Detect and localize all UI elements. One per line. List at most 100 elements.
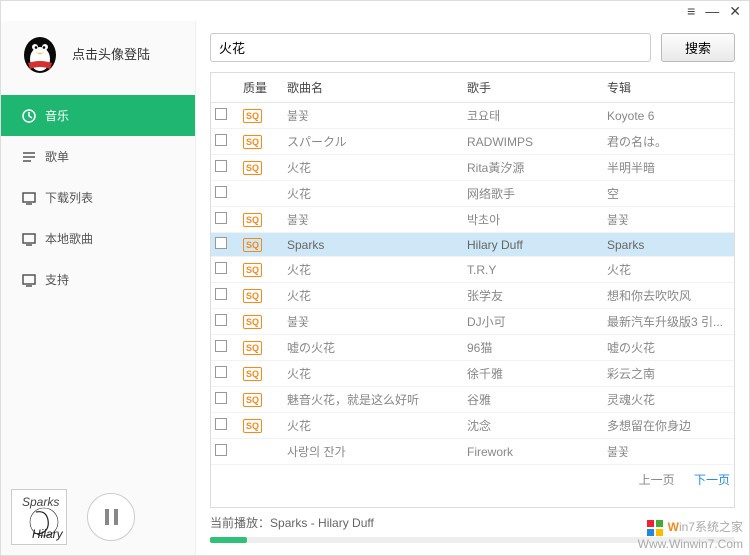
profile-area[interactable]: 点击头像登陆 [1, 21, 195, 95]
minimize-icon[interactable]: — [705, 4, 719, 18]
menu-icon[interactable]: ≡ [687, 4, 695, 18]
progress-bar[interactable] [210, 537, 735, 543]
next-page[interactable]: 下一页 [694, 473, 730, 487]
cell-song: 불꽃 [283, 103, 463, 129]
nav-icon [21, 272, 37, 288]
checkbox[interactable] [215, 186, 227, 198]
table-row[interactable]: 사랑의 잔가Firework불꽃 [211, 439, 734, 465]
cell-album: 불꽃 [603, 439, 734, 465]
progress-fill [210, 537, 247, 543]
nav-icon [21, 108, 37, 124]
sq-badge: SQ [243, 315, 262, 329]
cell-artist: 网络歌手 [463, 181, 603, 207]
sidebar-item-label: 音乐 [45, 107, 69, 124]
table-row[interactable]: SQSparksHilary DuffSparks [211, 233, 734, 257]
col-quality[interactable]: 质量 [239, 73, 283, 103]
sq-badge: SQ [243, 213, 262, 227]
search-button[interactable]: 搜索 [661, 33, 735, 62]
nav-icon [21, 149, 37, 165]
checkbox[interactable] [215, 314, 227, 326]
login-text[interactable]: 点击头像登陆 [72, 44, 150, 63]
sidebar-item-4[interactable]: 支持 [1, 259, 195, 300]
sidebar-item-1[interactable]: 歌单 [1, 136, 195, 177]
table-row[interactable]: SQ火花Rita黃汐源半明半暗 [211, 155, 734, 181]
sq-badge: SQ [243, 419, 262, 433]
cell-artist: RADWIMPS [463, 129, 603, 155]
cell-album: 灵魂火花 [603, 387, 734, 413]
results-table: 质量 歌曲名 歌手 专辑 SQ불꽃코요태Koyote 6SQスパークルRADWI… [210, 72, 735, 508]
col-song[interactable]: 歌曲名 [283, 73, 463, 103]
cell-album: 空 [603, 181, 734, 207]
cell-artist: T.R.Y [463, 257, 603, 283]
checkbox[interactable] [215, 160, 227, 172]
cell-song: 火花 [283, 181, 463, 207]
sq-badge: SQ [243, 135, 262, 149]
cell-album: 最新汽车升级版3 引... [603, 309, 734, 335]
sq-badge: SQ [243, 289, 262, 303]
sq-badge: SQ [243, 367, 262, 381]
checkbox[interactable] [215, 108, 227, 120]
table-row[interactable]: SQ불꽃코요태Koyote 6 [211, 103, 734, 129]
cell-song: Sparks [283, 233, 463, 257]
table-row[interactable]: SQ불꽃DJ小可最新汽车升级版3 引... [211, 309, 734, 335]
table-row[interactable]: SQスパークルRADWIMPS君の名は。 [211, 129, 734, 155]
player-controls: SparksHilary [11, 489, 135, 545]
cell-song: 火花 [283, 257, 463, 283]
cell-artist: 박초아 [463, 207, 603, 233]
avatar-icon[interactable] [16, 29, 64, 77]
table-row[interactable]: SQ불꽃박초아불꽃 [211, 207, 734, 233]
sq-badge: SQ [243, 341, 262, 355]
checkbox[interactable] [215, 237, 227, 249]
prev-page[interactable]: 上一页 [639, 473, 675, 487]
nav-list: 音乐歌单下载列表本地歌曲支持 [1, 95, 195, 300]
cell-album: Koyote 6 [603, 103, 734, 129]
checkbox[interactable] [215, 444, 227, 456]
sidebar-item-2[interactable]: 下载列表 [1, 177, 195, 218]
sidebar-item-0[interactable]: 音乐 [1, 95, 195, 136]
sidebar-item-label: 支持 [45, 271, 69, 288]
sidebar-item-label: 本地歌曲 [45, 230, 93, 247]
content-area: 搜索 质量 歌曲名 歌手 专辑 SQ불꽃코요태Koyote 6SQスパークルRA… [196, 21, 749, 555]
cell-song: 불꽃 [283, 309, 463, 335]
cell-artist: 96猫 [463, 335, 603, 361]
table-row[interactable]: SQ火花徐千雅彩云之南 [211, 361, 734, 387]
table-row[interactable]: SQ火花张学友想和你去吹吹风 [211, 283, 734, 309]
now-playing-track: Sparks - Hilary Duff [270, 516, 374, 530]
sidebar-item-label: 歌单 [45, 148, 69, 165]
checkbox[interactable] [215, 212, 227, 224]
search-input[interactable] [210, 33, 651, 62]
pause-button[interactable] [87, 493, 135, 541]
checkbox[interactable] [215, 134, 227, 146]
close-icon[interactable]: ✕ [729, 4, 741, 18]
titlebar: ≡ — ✕ [1, 1, 749, 21]
checkbox[interactable] [215, 418, 227, 430]
table-row[interactable]: SQ火花沈念多想留在你身边 [211, 413, 734, 439]
sq-badge: SQ [243, 161, 262, 175]
table-row[interactable]: SQ魅音火花，就是这么好听谷雅灵魂火花 [211, 387, 734, 413]
cell-artist: Firework [463, 439, 603, 465]
cell-album: 嘘の火花 [603, 335, 734, 361]
table-row[interactable]: SQ嘘の火花96猫嘘の火花 [211, 335, 734, 361]
checkbox[interactable] [215, 288, 227, 300]
sq-badge: SQ [243, 393, 262, 407]
checkbox[interactable] [215, 392, 227, 404]
col-artist[interactable]: 歌手 [463, 73, 603, 103]
cell-artist: Hilary Duff [463, 233, 603, 257]
table-row[interactable]: 火花网络歌手空 [211, 181, 734, 207]
checkbox[interactable] [215, 262, 227, 274]
now-playing: 当前播放：Sparks - Hilary Duff [210, 508, 735, 533]
sq-badge: SQ [243, 263, 262, 277]
cell-artist: 코요태 [463, 103, 603, 129]
nav-icon [21, 190, 37, 206]
cell-artist: 沈念 [463, 413, 603, 439]
sidebar-item-3[interactable]: 本地歌曲 [1, 218, 195, 259]
col-album[interactable]: 专辑 [603, 73, 734, 103]
sidebar-item-label: 下载列表 [45, 189, 93, 206]
checkbox[interactable] [215, 366, 227, 378]
nav-icon [21, 231, 37, 247]
now-playing-prefix: 当前播放： [210, 516, 270, 530]
sq-badge: SQ [243, 238, 262, 252]
checkbox[interactable] [215, 340, 227, 352]
table-row[interactable]: SQ火花T.R.Y火花 [211, 257, 734, 283]
album-art[interactable]: SparksHilary [11, 489, 67, 545]
